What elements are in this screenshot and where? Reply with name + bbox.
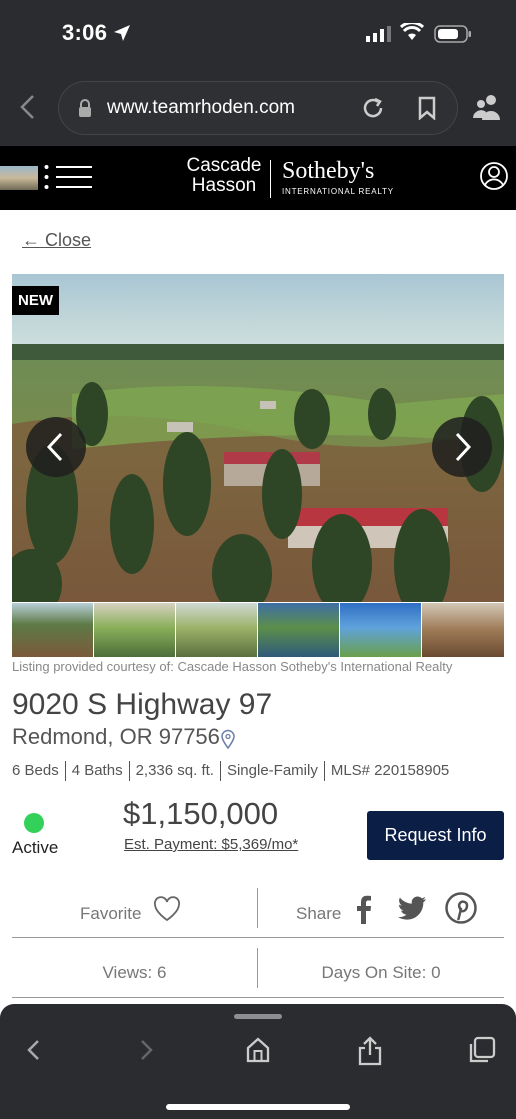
spec-baths: 4 Baths [64, 761, 129, 781]
address-bar[interactable]: www.teamrhoden.com [58, 81, 458, 135]
home-icon[interactable] [245, 1036, 271, 1069]
logo-line-1: Cascade [186, 155, 262, 176]
site-header: Cascade Hasson Sotheby's INTERNATIONAL R… [0, 146, 516, 210]
share-label: Share [296, 904, 342, 923]
facebook-icon[interactable] [354, 894, 372, 929]
spec-type: Single-Family [219, 761, 324, 781]
listing-specs: 6 Beds 4 Baths 2,336 sq. ft. Single-Fami… [12, 761, 455, 781]
previous-photo-button[interactable] [26, 417, 86, 477]
map-pin-icon[interactable] [220, 729, 236, 754]
chevron-left-icon[interactable] [24, 1036, 44, 1069]
logo-subtitle: INTERNATIONAL REALTY [282, 187, 394, 196]
twitter-icon[interactable] [397, 896, 427, 927]
wifi-icon [399, 21, 425, 46]
close-link[interactable]: ← Close [22, 230, 91, 251]
back-icon[interactable] [18, 94, 38, 125]
photo-thumbnail[interactable] [176, 603, 258, 657]
photo-thumbnail[interactable] [94, 603, 176, 657]
photo-thumbnails [12, 603, 504, 657]
status-label: Active [12, 838, 59, 857]
photo-thumbnail[interactable] [422, 603, 504, 657]
favorite-label[interactable]: Favorite [80, 904, 141, 924]
browser-toolbar: www.teamrhoden.com [0, 68, 516, 146]
browser-bottom-toolbar [0, 1004, 516, 1119]
logo-divider [270, 160, 271, 198]
photo-thumbnail[interactable] [12, 603, 94, 657]
request-info-button[interactable]: Request Info [367, 811, 504, 860]
next-photo-button[interactable] [432, 417, 492, 477]
photo-thumbnail[interactable] [340, 603, 422, 657]
spec-beds: 6 Beds [12, 762, 59, 779]
tabs-icon[interactable] [468, 1036, 496, 1069]
photo-thumbnail[interactable] [258, 603, 340, 657]
status-bar: 3:06 [0, 0, 516, 68]
lock-icon [77, 99, 93, 124]
views-count: Views: 6 [102, 963, 167, 982]
menu-icon[interactable] [44, 164, 92, 197]
location-arrow-icon [113, 24, 131, 47]
url-text[interactable]: www.teamrhoden.com [107, 97, 295, 119]
spec-mls: MLS# 220158905 [323, 761, 455, 781]
listing-price: $1,150,000 [123, 796, 279, 831]
listing-photo[interactable] [12, 274, 504, 602]
listing-city: Redmond, OR 97756 [12, 724, 220, 749]
new-badge: NEW [12, 286, 59, 315]
reader-icon[interactable] [472, 94, 502, 125]
share-icon[interactable] [357, 1036, 383, 1071]
listing-address: 9020 S Highway 97 [12, 688, 273, 721]
toolbar-grabber[interactable] [234, 1014, 282, 1019]
spec-sqft: 2,336 sq. ft. [128, 761, 220, 781]
status-time: 3:06 [62, 20, 108, 45]
estimated-payment-link[interactable]: Est. Payment: $5,369/mo* [124, 836, 298, 853]
heart-icon[interactable] [153, 896, 181, 927]
reload-icon[interactable] [361, 96, 385, 125]
account-icon[interactable] [479, 161, 509, 196]
status-indicator [24, 813, 44, 833]
logo-line-2: Hasson [191, 175, 257, 196]
signal-icon [366, 26, 392, 47]
listing-actions: Favorite Share [12, 888, 504, 938]
pinterest-icon[interactable] [445, 892, 477, 929]
listing-courtesy: Listing provided courtesy of: Cascade Ha… [12, 659, 453, 674]
home-indicator [166, 1104, 350, 1110]
logo-brand: Sotheby's [282, 158, 375, 184]
chevron-right-icon[interactable] [136, 1036, 156, 1069]
bookmark-icon[interactable] [417, 96, 437, 125]
header-thumbnail [0, 166, 38, 190]
battery-icon [434, 25, 472, 48]
days-on-site: Days On Site: 0 [321, 963, 441, 982]
divider [257, 888, 258, 928]
listing-stats: Views: 6 Days On Site: 0 [12, 946, 504, 998]
